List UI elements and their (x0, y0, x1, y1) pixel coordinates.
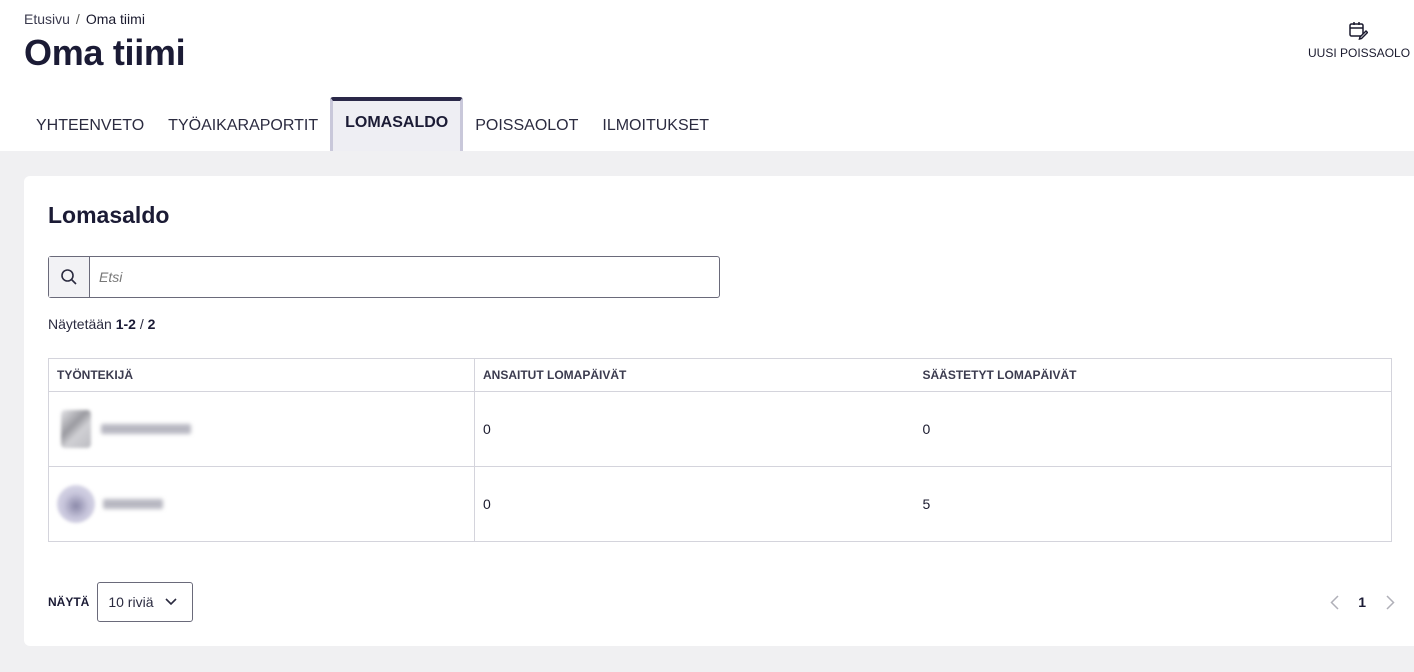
breadcrumb-current: Oma tiimi (85, 11, 145, 27)
employee-name-redacted (101, 424, 191, 434)
tab-summary[interactable]: YHTEENVETO (24, 100, 156, 151)
saved-days-cell: 0 (914, 391, 1392, 467)
pagination: 1 (1324, 592, 1400, 612)
breadcrumb-separator: / (75, 11, 80, 27)
search-button[interactable] (49, 257, 90, 297)
results-total: 2 (147, 316, 156, 332)
tab-vacation-balance[interactable]: LOMASALDO (330, 97, 464, 151)
table-row[interactable]: 0 0 (48, 391, 1392, 467)
vacation-balance-card: Lomasaldo Näytetään 1-2 / 2 TYÖNTEKIJÄ A… (24, 176, 1414, 646)
results-prefix: Näytetään (48, 316, 112, 332)
tab-notifications[interactable]: ILMOITUKSET (590, 100, 721, 151)
column-header-saved-days[interactable]: SÄÄSTETYT LOMAPÄIVÄT (914, 358, 1392, 392)
search-box (48, 256, 720, 298)
employee-cell (48, 391, 475, 467)
results-separator: / (139, 316, 144, 332)
vacation-table: TYÖNTEKIJÄ ANSAITUT LOMAPÄIVÄT SÄÄSTETYT… (48, 358, 1392, 542)
breadcrumb: Etusivu / Oma tiimi (24, 11, 145, 27)
results-count: Näytetään 1-2 / 2 (48, 316, 155, 332)
rows-per-page-select[interactable]: 10 riviä (97, 582, 194, 622)
rows-per-page-value: 10 riviä (108, 594, 154, 610)
chevron-right-icon (1385, 594, 1395, 610)
tab-time-reports[interactable]: TYÖAIKARAPORTIT (156, 100, 330, 151)
chevron-down-icon (165, 598, 178, 606)
new-absence-label: UUSI POISSAOLO (1308, 46, 1411, 60)
saved-days-cell: 5 (914, 466, 1392, 542)
chevron-left-icon (1330, 594, 1339, 610)
table-header-row: TYÖNTEKIJÄ ANSAITUT LOMAPÄIVÄT SÄÄSTETYT… (48, 358, 1392, 392)
avatar (57, 485, 95, 523)
breadcrumb-home-link[interactable]: Etusivu (24, 11, 70, 27)
rows-per-page: NÄYTÄ 10 riviä (48, 582, 194, 622)
tab-absences[interactable]: POISSAOLOT (463, 100, 590, 151)
next-page-button[interactable] (1380, 592, 1400, 612)
rows-per-page-label: NÄYTÄ (48, 595, 90, 609)
search-icon (61, 269, 77, 285)
tab-bar: YHTEENVETO TYÖAIKARAPORTIT LOMASALDO POI… (24, 97, 721, 151)
search-input[interactable] (90, 257, 719, 297)
page-title: Oma tiimi (24, 32, 186, 73)
page-header: Etusivu / Oma tiimi Oma tiimi UUSI POISSAO… (0, 0, 1414, 151)
earned-days-cell: 0 (474, 391, 915, 467)
employee-name-redacted (103, 499, 163, 509)
previous-page-button[interactable] (1324, 592, 1344, 612)
column-header-employee[interactable]: TYÖNTEKIJÄ (48, 358, 475, 392)
employee-cell (48, 466, 475, 542)
earned-days-cell: 0 (474, 466, 915, 542)
column-header-earned-days[interactable]: ANSAITUT LOMAPÄIVÄT (474, 358, 915, 392)
table-row[interactable]: 0 5 (48, 466, 1392, 542)
new-absence-button[interactable]: UUSI POISSAOLO (1308, 20, 1411, 60)
page-number[interactable]: 1 (1358, 594, 1366, 610)
card-title: Lomasaldo (48, 202, 170, 228)
calendar-edit-icon (1349, 22, 1368, 40)
results-range: 1-2 (115, 316, 136, 332)
avatar (61, 410, 91, 448)
